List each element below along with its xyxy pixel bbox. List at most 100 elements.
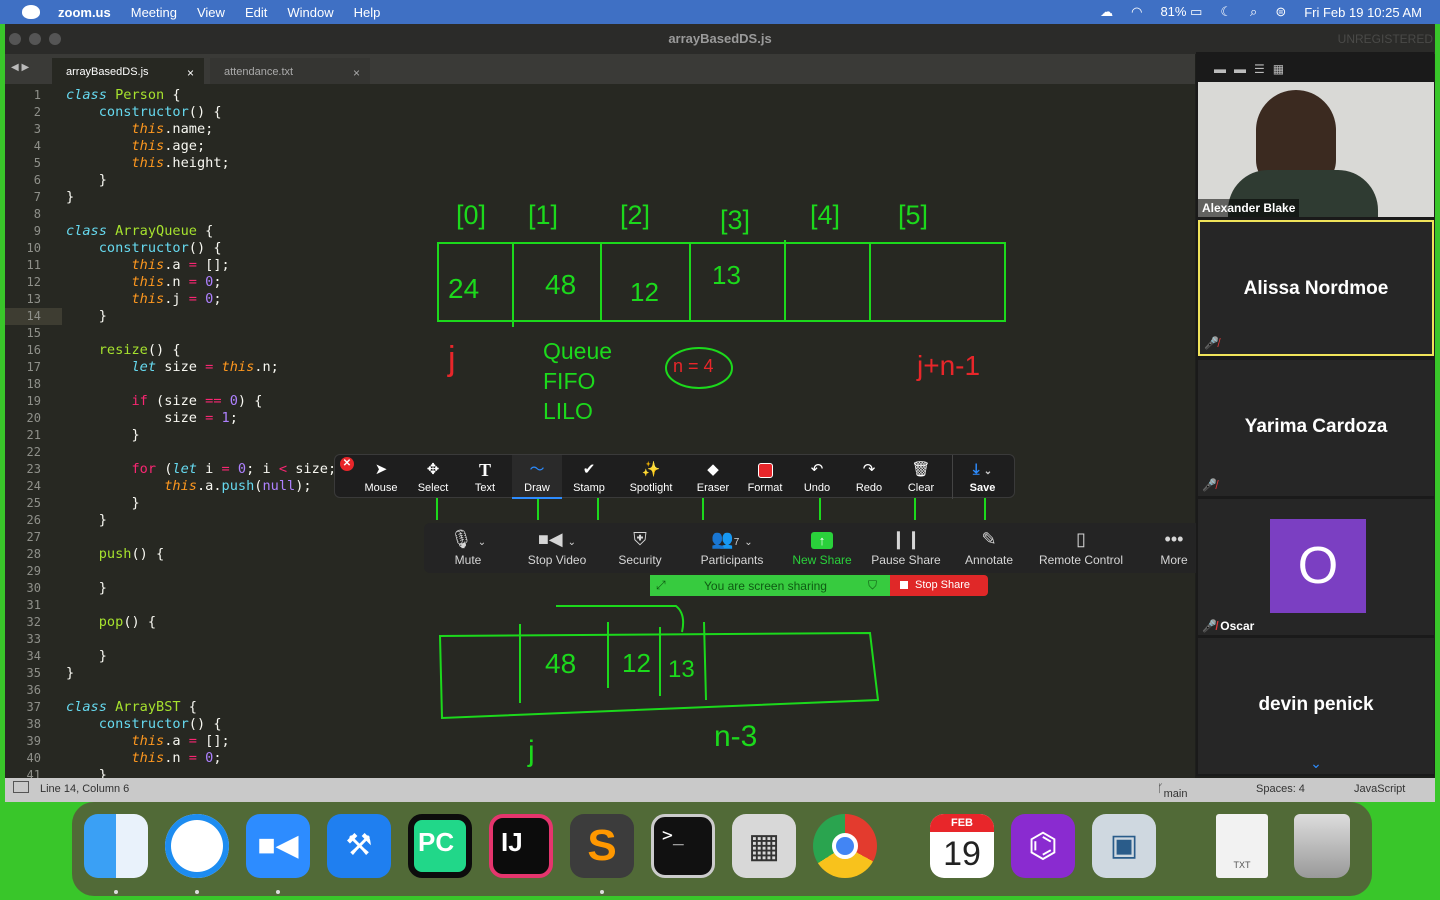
security-button[interactable]: ⛨ Security bbox=[610, 523, 670, 573]
more-button[interactable]: ••• More bbox=[1148, 523, 1200, 573]
code-line: this.a = []; bbox=[66, 257, 229, 274]
line-number: 8 bbox=[33, 207, 41, 221]
mouse-icon: ▯ bbox=[1076, 529, 1086, 549]
menu-view[interactable]: View bbox=[197, 5, 225, 20]
clock[interactable]: Fri Feb 19 10:25 AM bbox=[1304, 5, 1422, 20]
sharing-status: You are screen sharing bbox=[704, 579, 827, 593]
eraser-icon: ◆ bbox=[707, 461, 719, 478]
microphone-icon: 🎙 ⌄ bbox=[449, 529, 487, 549]
stop-video-button[interactable]: ■◀ ⌄ Stop Video bbox=[518, 523, 596, 573]
window-titlebar: arrayBasedDS.js UNREGISTERED bbox=[5, 24, 1435, 54]
intellij-icon[interactable]: IJ bbox=[489, 814, 553, 878]
line-number: 23 bbox=[26, 462, 41, 476]
pause-share-button[interactable]: ❙❙ Pause Share bbox=[868, 523, 944, 573]
participants-button[interactable]: 👥7 ⌄ Participants bbox=[694, 523, 770, 573]
cloud-icon[interactable]: ☁ bbox=[1100, 4, 1113, 20]
stop-share-button[interactable]: Stop Share bbox=[890, 575, 988, 596]
stop-share-label: Stop Share bbox=[915, 579, 971, 591]
view-controls[interactable]: ▬▬☰▦ bbox=[1214, 62, 1292, 76]
running-indicator bbox=[600, 890, 604, 894]
participant-name: Yarima Cardoza bbox=[1244, 416, 1388, 437]
moon-icon[interactable]: ☾ bbox=[1220, 4, 1232, 20]
preview-icon[interactable]: ▣ bbox=[1092, 814, 1156, 878]
line-number: 17 bbox=[26, 360, 41, 374]
menu-window[interactable]: Window bbox=[287, 5, 333, 20]
control-center-icon[interactable]: ⊜ bbox=[1275, 4, 1286, 20]
tool-label: Clear bbox=[907, 482, 935, 494]
chevron-down-icon[interactable]: ⌄ bbox=[1198, 755, 1434, 772]
video-tile-devin[interactable]: devin penick ⌄ bbox=[1198, 638, 1434, 774]
github-desktop-icon[interactable]: ⌬ bbox=[1011, 814, 1075, 878]
search-icon[interactable]: ⌕ bbox=[1250, 4, 1257, 20]
pycharm-icon[interactable]: PC bbox=[408, 814, 472, 878]
terminal-icon[interactable]: >_ bbox=[651, 814, 715, 878]
menu-meeting[interactable]: Meeting bbox=[131, 5, 177, 20]
txt-file-icon[interactable]: TXT bbox=[1216, 814, 1268, 878]
xcode-icon[interactable]: ⚒ bbox=[327, 814, 391, 878]
text-tool[interactable]: T Text bbox=[460, 455, 510, 499]
code-line: } bbox=[66, 580, 107, 597]
window-title: arrayBasedDS.js bbox=[668, 31, 772, 46]
wifi-icon[interactable]: ◠ bbox=[1131, 4, 1142, 20]
mute-button[interactable]: 🎙 ⌄ Mute bbox=[438, 523, 498, 573]
new-share-button[interactable]: ↑ New Share bbox=[788, 523, 856, 573]
close-annotation-button[interactable]: ✕ bbox=[340, 457, 354, 471]
save-tool[interactable]: ⤓ ⌄ Save bbox=[952, 455, 1012, 499]
remote-control-button[interactable]: ▯ Remote Control bbox=[1032, 523, 1130, 573]
safari-icon[interactable] bbox=[165, 814, 229, 878]
calendar-icon[interactable]: FEB 19 bbox=[930, 814, 994, 878]
tab-nav-arrows[interactable]: ◀ ▶ bbox=[11, 62, 29, 73]
pointer-j-2: j bbox=[528, 735, 535, 768]
code-token: this bbox=[131, 121, 165, 137]
tab-attendance[interactable]: attendance.txt × bbox=[210, 58, 370, 84]
calculator-icon[interactable]: ▦ bbox=[732, 814, 796, 878]
select-tool[interactable]: ✥ Select bbox=[408, 455, 458, 499]
code-token: () { bbox=[188, 104, 222, 120]
line-number: 35 bbox=[26, 666, 41, 680]
button-label: Participants bbox=[700, 553, 764, 567]
code-token: []; bbox=[196, 733, 230, 749]
code-token: constructor bbox=[98, 240, 189, 256]
code-token: ArrayBST bbox=[115, 699, 181, 715]
finder-icon[interactable] bbox=[84, 814, 148, 878]
fifo-label: FIFO bbox=[543, 368, 596, 394]
code-line: this.age; bbox=[66, 138, 205, 155]
zoom-icon[interactable]: ■◀ bbox=[246, 814, 310, 878]
panel-toggle-icon[interactable] bbox=[13, 781, 29, 793]
menu-app[interactable]: zoom.us bbox=[58, 5, 111, 20]
chrome-icon[interactable] bbox=[813, 814, 877, 878]
code-editor[interactable]: 1 2 3 4 5 6 7 8 9 10 11 12 13 14 15 16 17 18 19 20 21 22 23 24 2… bbox=[5, 84, 1195, 778]
spotlight-tool[interactable]: ✨ Spotlight bbox=[619, 455, 683, 499]
pointer-icon: ➤ bbox=[374, 461, 388, 478]
undo-tool[interactable]: ↶ Undo bbox=[792, 455, 842, 499]
git-branch[interactable]: ᚴ main bbox=[1157, 783, 1187, 800]
indentation[interactable]: Spaces: 4 bbox=[1256, 783, 1305, 795]
battery-status[interactable]: 81% ▭ bbox=[1160, 4, 1202, 20]
format-tool[interactable]: Format bbox=[740, 455, 790, 499]
drag-handle-icon[interactable]: ⤢ bbox=[656, 578, 666, 593]
menu-help[interactable]: Help bbox=[354, 5, 381, 20]
video-tile-yarima[interactable]: Yarima Cardoza 🎤̸ bbox=[1198, 360, 1434, 496]
trash-icon[interactable] bbox=[1294, 814, 1350, 878]
close-tab-icon[interactable]: × bbox=[353, 66, 360, 80]
mouse-tool[interactable]: ➤ Mouse bbox=[356, 455, 406, 499]
video-tile-oscar[interactable]: O 🎤̸ Oscar bbox=[1198, 499, 1434, 635]
video-tile-alexander[interactable]: Alexander Blake bbox=[1198, 82, 1434, 217]
tab-arraybasedds[interactable]: arrayBasedDS.js × bbox=[52, 58, 204, 84]
share-arrow-icon: ↑ bbox=[788, 528, 856, 550]
draw-tool[interactable]: 〜 Draw bbox=[512, 455, 562, 499]
close-tab-icon[interactable]: × bbox=[187, 66, 194, 80]
code-token: = bbox=[188, 733, 197, 749]
video-tile-alissa[interactable]: Alissa Nordmoe 🎤̸ bbox=[1198, 220, 1434, 356]
menu-edit[interactable]: Edit bbox=[245, 5, 267, 20]
apple-icon[interactable] bbox=[22, 5, 40, 19]
clear-tool[interactable]: 🗑 Clear bbox=[896, 455, 946, 499]
redo-tool[interactable]: ↷ Redo bbox=[844, 455, 894, 499]
sublime-text-icon[interactable]: S bbox=[570, 814, 634, 878]
syntax-mode[interactable]: JavaScript bbox=[1354, 783, 1405, 795]
code-token: this bbox=[131, 733, 165, 749]
stamp-tool[interactable]: ✔ Stamp bbox=[564, 455, 614, 499]
eraser-tool[interactable]: ◆ Eraser bbox=[688, 455, 738, 499]
code-token: ( bbox=[156, 461, 173, 477]
annotate-button[interactable]: ✎ Annotate bbox=[958, 523, 1020, 573]
